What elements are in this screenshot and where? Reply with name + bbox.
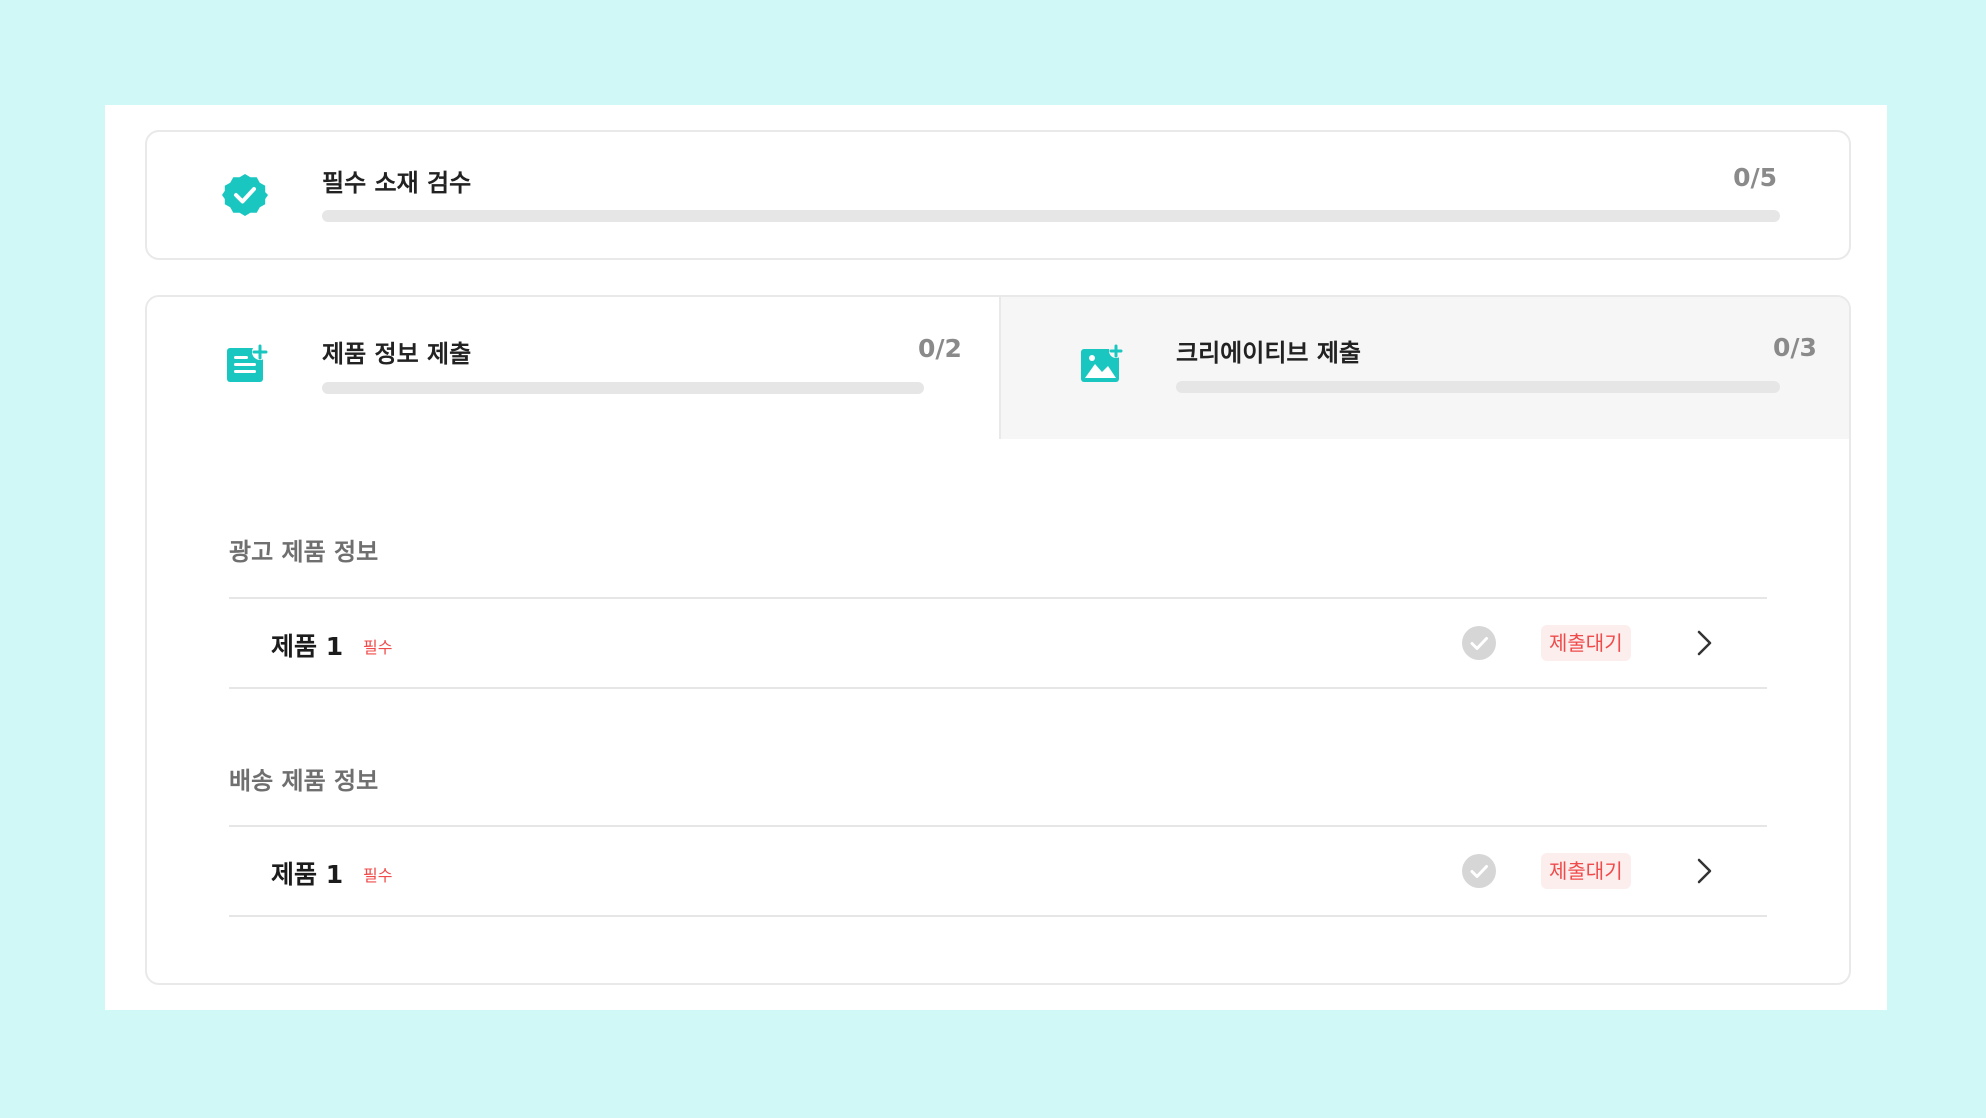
product-name: 제품 1 bbox=[271, 860, 344, 889]
tab-product-info-progress bbox=[322, 382, 924, 394]
row-divider bbox=[229, 687, 1767, 689]
tab-creative-count: 0/3 bbox=[1773, 333, 1817, 362]
status-badge: 제출대기 bbox=[1541, 625, 1631, 661]
check-circle-icon bbox=[1462, 626, 1496, 660]
required-review-title: 필수 소재 검수 bbox=[322, 169, 472, 197]
status-badge: 제출대기 bbox=[1541, 853, 1631, 889]
section-ad-product-title: 광고 제품 정보 bbox=[229, 538, 379, 566]
content-panel: 필수 소재 검수 0/5 제품 정보 제출 0/2 크리에이티브 제출 0/3 … bbox=[105, 105, 1887, 1010]
section-delivery-product-title: 배송 제품 정보 bbox=[229, 767, 379, 795]
document-add-icon bbox=[227, 344, 268, 382]
verified-badge-icon bbox=[222, 174, 268, 216]
submission-card: 제품 정보 제출 0/2 크리에이티브 제출 0/3 광고 제품 정보 제품 1… bbox=[145, 295, 1851, 985]
required-review-count: 0/5 bbox=[1733, 163, 1777, 192]
tab-creative-progress bbox=[1176, 381, 1780, 393]
tab-product-info[interactable]: 제품 정보 제출 0/2 bbox=[147, 297, 999, 439]
required-review-card: 필수 소재 검수 0/5 bbox=[145, 130, 1851, 260]
tab-product-info-title: 제품 정보 제출 bbox=[322, 340, 472, 368]
required-tag: 필수 bbox=[363, 866, 393, 885]
required-review-progress bbox=[322, 210, 1780, 222]
tab-creative-title: 크리에이티브 제출 bbox=[1176, 339, 1361, 367]
image-add-icon bbox=[1081, 344, 1123, 382]
required-tag: 필수 bbox=[363, 638, 393, 657]
chevron-right-icon[interactable] bbox=[1696, 629, 1714, 657]
chevron-right-icon[interactable] bbox=[1696, 857, 1714, 885]
list-item-delivery-product-1[interactable]: 제품 1 필수 제출대기 bbox=[229, 827, 1767, 915]
product-name: 제품 1 bbox=[271, 632, 344, 661]
row-divider bbox=[229, 915, 1767, 917]
list-item-ad-product-1[interactable]: 제품 1 필수 제출대기 bbox=[229, 599, 1767, 687]
tab-creative[interactable]: 크리에이티브 제출 0/3 bbox=[999, 297, 1849, 439]
tab-product-info-count: 0/2 bbox=[918, 334, 962, 363]
check-circle-icon bbox=[1462, 854, 1496, 888]
